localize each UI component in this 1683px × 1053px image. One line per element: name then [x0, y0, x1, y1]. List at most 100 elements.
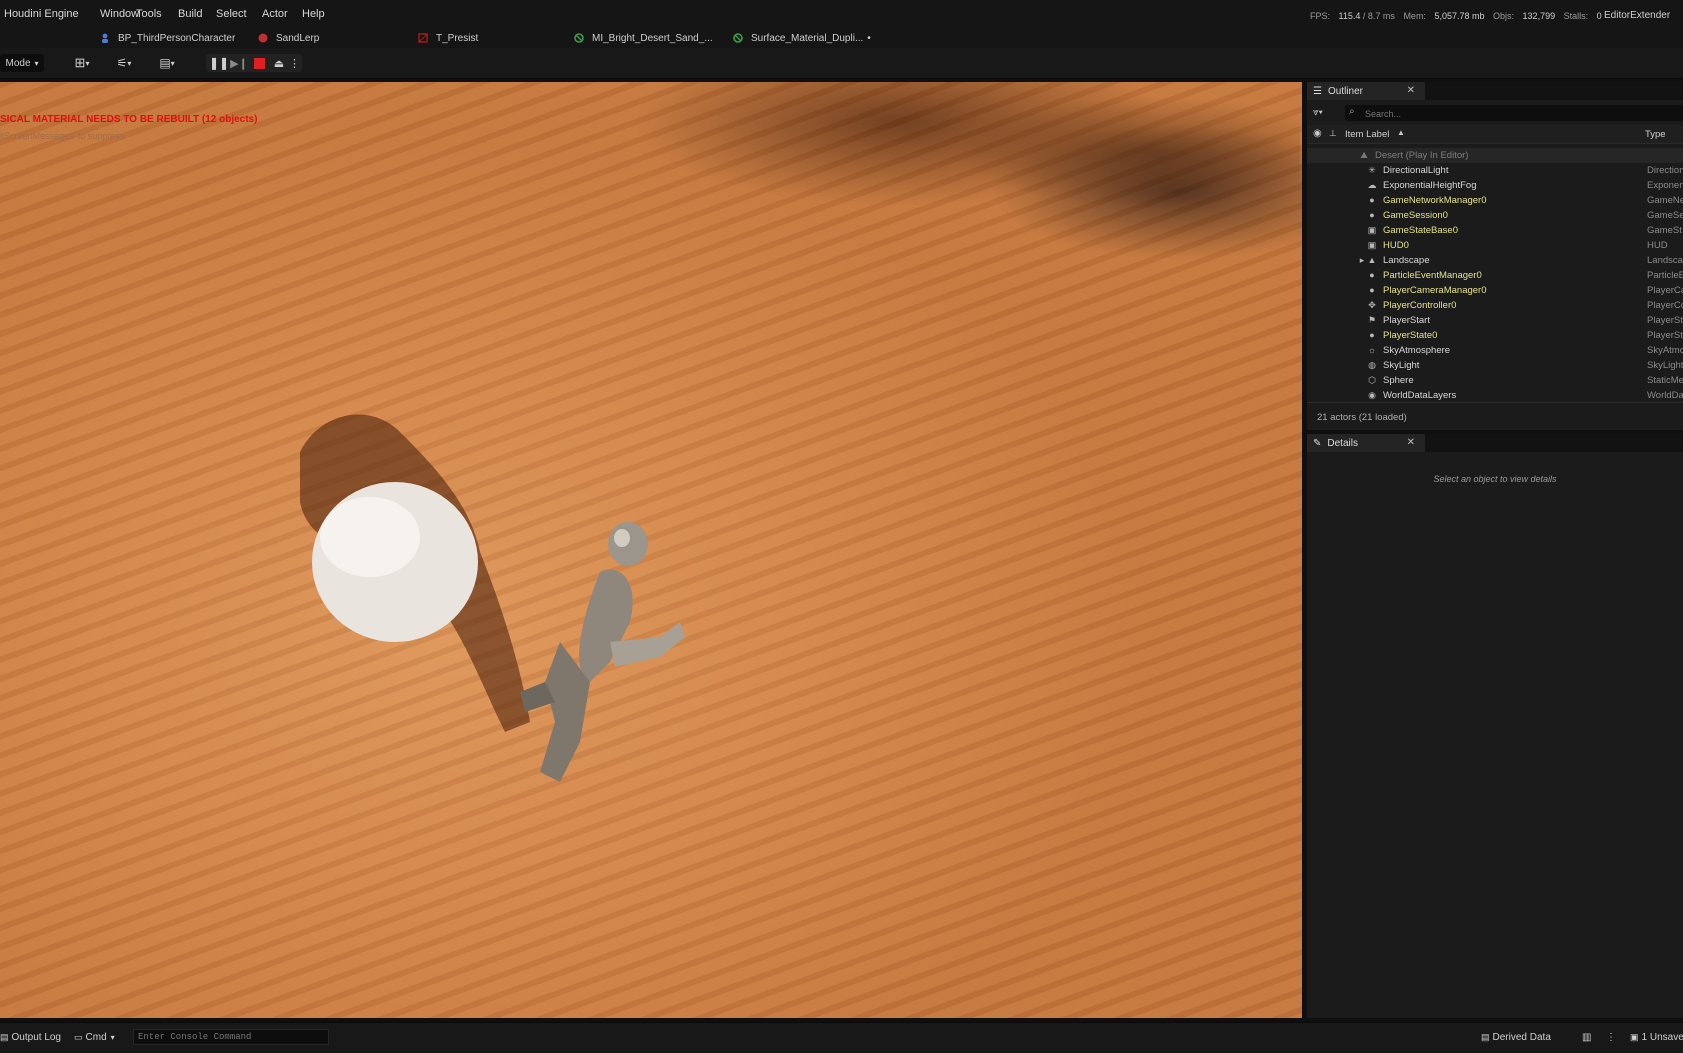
outliner-item-label: HUD0: [1383, 240, 1409, 251]
more-options-icon[interactable]: ⋮: [289, 57, 300, 70]
unsaved-dot: •: [867, 32, 871, 44]
menu-select[interactable]: Select: [216, 8, 247, 20]
outliner-row-landscape[interactable]: ▸ ▲ Landscape Landsca: [1307, 253, 1683, 268]
tab-details[interactable]: ✎ Details ✕: [1307, 434, 1425, 452]
tab-surface-material-dupli[interactable]: Surface_Material_Dupli... •: [733, 30, 871, 46]
hud-icon: ▣: [1367, 240, 1377, 250]
actor-icon: ●: [1369, 270, 1375, 280]
pin-icon[interactable]: ⊥: [1329, 128, 1337, 139]
tab-label: T_Presist: [436, 32, 479, 44]
status-bar: ▤Output Log ▭Cmd▾ ▤Derived Data ▥ ⋮ ▣1 U…: [0, 1022, 1683, 1053]
blueprints-button[interactable]: ⚟ ▾: [110, 54, 138, 72]
outliner-row-exponentialheightfog[interactable]: ☁ ExponentialHeightFog Exponen: [1307, 178, 1683, 193]
menu-tools[interactable]: Tools: [136, 8, 162, 20]
close-icon[interactable]: ✕: [1407, 437, 1415, 448]
column-item-label[interactable]: Item Label: [1345, 129, 1389, 140]
console-command-input[interactable]: [133, 1029, 329, 1045]
column-type[interactable]: Type: [1645, 129, 1666, 140]
outliner-column-header: ◉ ⊥ Item Label ▲ Type: [1307, 125, 1683, 144]
add-actor-button[interactable]: ⊞ ▾: [68, 54, 96, 72]
menu-window[interactable]: Window: [100, 8, 139, 20]
player-start-icon: ⚑: [1367, 315, 1377, 325]
material-icon: [258, 33, 268, 43]
close-icon[interactable]: ✕: [1407, 85, 1415, 96]
output-log-label: Output Log: [11, 1032, 61, 1043]
stop-icon[interactable]: [249, 57, 269, 69]
outliner-row-gamesession0[interactable]: ● GameSession0 GameSe: [1307, 208, 1683, 223]
menu-houdini-engine[interactable]: Houdini Engine: [4, 8, 79, 20]
editor-extender-button[interactable]: EditorExtender: [1604, 10, 1670, 21]
chevron-down-icon: ▾: [85, 58, 90, 68]
sky-light-icon: ◍: [1368, 360, 1376, 370]
level-viewport[interactable]: SICAL MATERIAL NEEDS TO BE REBUILT (12 o…: [0, 82, 1302, 1018]
expand-arrow-icon[interactable]: ▸: [1357, 255, 1367, 265]
details-tab-label: Details: [1327, 437, 1358, 449]
objs-value: 132,799: [1522, 11, 1556, 21]
outliner-item-label: SkyLight: [1383, 360, 1420, 371]
visibility-eye-icon[interactable]: ◉: [1313, 128, 1322, 139]
trace-icon[interactable]: ▥: [1582, 1032, 1591, 1043]
outliner-item-type: WorldDa: [1647, 390, 1683, 401]
outliner-item-type: PlayerCa: [1647, 285, 1683, 296]
outliner-row-playerstart[interactable]: ⚑ PlayerStart PlayerSt: [1307, 313, 1683, 328]
outliner-item-label: SkyAtmosphere: [1383, 345, 1451, 356]
derived-data-button[interactable]: ▤ Derived Data: [1481, 1032, 1551, 1043]
output-log-button[interactable]: ▤ Output Log: [0, 1032, 61, 1043]
outliner-row-gamenetworkmanager0[interactable]: ● GameNetworkManager0 GameNe: [1307, 193, 1683, 208]
outliner-row-sphere[interactable]: ⬡ Sphere StaticMe: [1307, 373, 1683, 388]
outliner-item-type: StaticMe: [1647, 375, 1683, 386]
derived-data-label: Derived Data: [1492, 1032, 1551, 1043]
tab-bp-thirdpersoncharacter[interactable]: BP_ThirdPersonCharacter: [100, 30, 235, 46]
outliner-item-type: GameNe: [1647, 195, 1683, 206]
tab-outliner[interactable]: ☰ Outliner ✕: [1307, 82, 1425, 100]
stalls-label: Stalls:: [1563, 11, 1589, 21]
sky-atmosphere-icon: ☼: [1367, 345, 1377, 355]
outliner-row-playerstate0[interactable]: ● PlayerState0 PlayerSt: [1307, 328, 1683, 343]
outliner-row-worlddatalayers[interactable]: ◉ WorldDataLayers WorldDa: [1307, 388, 1683, 403]
eject-icon[interactable]: ⏏: [269, 57, 289, 70]
actor-icon: ●: [1369, 195, 1375, 205]
outliner-row-skyatmosphere[interactable]: ☼ SkyAtmosphere SkyAtmo: [1307, 343, 1683, 358]
unsaved-button[interactable]: ▣ 1 Unsave: [1630, 1032, 1683, 1043]
mannequin-character: [520, 522, 685, 782]
step-frame-icon[interactable]: ▶❙: [229, 57, 249, 70]
outliner-row-gamestatebase0[interactable]: ▣ GameStateBase0 GameSt: [1307, 223, 1683, 238]
world-data-layers-icon: ◉: [1368, 390, 1376, 400]
outliner-row-particleeventmanager0[interactable]: ● ParticleEventManager0 ParticleE: [1307, 268, 1683, 283]
outliner-row-playercontroller0[interactable]: ✥ PlayerController0 PlayerCo: [1307, 298, 1683, 313]
menu-build[interactable]: Build: [178, 8, 202, 20]
outliner-row-playercameramanager0[interactable]: ● PlayerCameraManager0 PlayerCa: [1307, 283, 1683, 298]
menu-help[interactable]: Help: [302, 8, 325, 20]
outliner-row-directionallight[interactable]: ✳ DirectionalLight Direction: [1307, 163, 1683, 178]
tab-t-presist[interactable]: T_Presist: [418, 30, 478, 46]
search-input[interactable]: [1363, 106, 1667, 121]
tab-sandlerp[interactable]: SandLerp: [258, 30, 319, 46]
mem-label: Mem:: [1403, 11, 1426, 21]
more-options-icon[interactable]: ⋮: [1606, 1032, 1616, 1043]
menu-actor[interactable]: Actor: [262, 8, 288, 20]
actor-icon: ●: [1369, 285, 1375, 295]
console-icon: ▭: [74, 1032, 83, 1042]
material-rebuild-warning: SICAL MATERIAL NEEDS TO BE REBUILT (12 o…: [0, 114, 258, 125]
performance-stats: FPS: 115.4 / 8.7 ms Mem: 5,057.78 mb Obj…: [1310, 11, 1602, 21]
pause-icon[interactable]: ❚❚: [209, 56, 229, 70]
outliner-row-hud0[interactable]: ▣ HUD0 HUD: [1307, 238, 1683, 253]
actor-icon: ●: [1369, 330, 1375, 340]
outliner-item-label: GameStateBase0: [1383, 225, 1458, 236]
outliner-item-label: PlayerCameraManager0: [1383, 285, 1487, 296]
outliner-row-skylight[interactable]: ◍ SkyLight SkyLight: [1307, 358, 1683, 373]
stalls-value: 0: [1596, 11, 1602, 21]
static-mesh-icon: ⬡: [1368, 375, 1376, 385]
search-box: ⌕: [1345, 105, 1683, 121]
outliner-panel: ☰ Outliner ✕ ⩔▾ ⌕ ◉ ⊥ Item Label ▲ Type …: [1307, 82, 1683, 430]
outliner-root-row[interactable]: ⛰ Desert (Play In Editor): [1307, 148, 1683, 163]
mode-dropdown[interactable]: Mode ▾: [0, 54, 44, 72]
filter-icon[interactable]: ⩔▾: [1313, 107, 1323, 118]
outliner-item-type: HUD: [1647, 240, 1668, 251]
cmd-dropdown[interactable]: ▭ Cmd ▾: [74, 1032, 115, 1043]
outliner-item-type: GameSe: [1647, 210, 1683, 221]
tab-mi-bright-desert-sand[interactable]: MI_Bright_Desert_Sand_...: [574, 30, 713, 46]
cinematics-button[interactable]: ▤ ▾: [152, 54, 182, 72]
outliner-item-type: SkyAtmo: [1647, 345, 1683, 356]
outliner-item-type: GameSt: [1647, 225, 1682, 236]
